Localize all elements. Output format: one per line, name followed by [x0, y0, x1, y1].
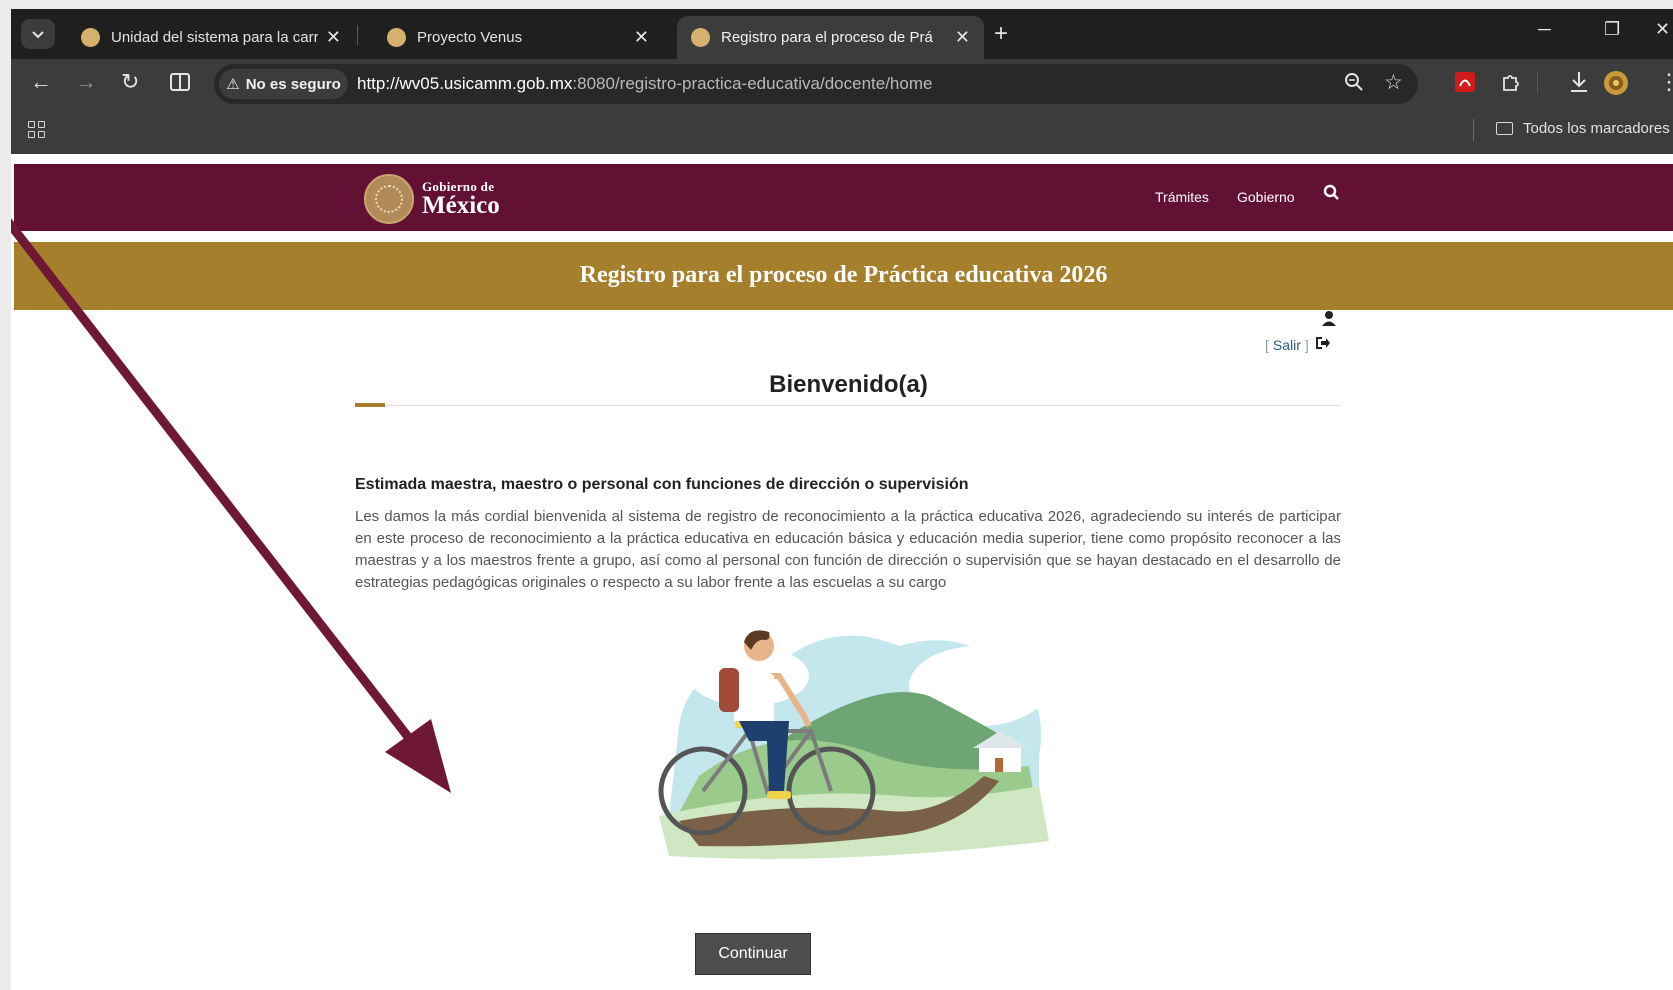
all-bookmarks-folder[interactable]: Todos los marcadores [1496, 120, 1670, 137]
cyclist-illustration [658, 630, 1049, 859]
more-icon[interactable]: ⋮ [1658, 69, 1673, 95]
url-path: :8080/registro-practica-educativa/docent… [572, 74, 933, 93]
profile-avatar[interactable] [1603, 70, 1629, 101]
logout-link[interactable]: Salir [1273, 337, 1301, 353]
bookmarks-divider [1473, 119, 1474, 141]
welcome-heading: Bienvenido(a) [769, 371, 928, 398]
continue-button[interactable]: Continuar [695, 933, 811, 975]
minimize-icon[interactable]: ─ [1538, 19, 1551, 40]
logout-area: [ Salir ] [1265, 336, 1331, 353]
zoom-icon[interactable] [1344, 72, 1364, 98]
close-window-icon[interactable]: ✕ [1655, 19, 1670, 40]
new-tab-button[interactable]: + [994, 20, 1008, 48]
close-icon[interactable]: ✕ [955, 27, 970, 48]
extensions-icon[interactable] [1500, 71, 1522, 98]
bracket-open: [ [1265, 336, 1269, 353]
pdf-extension-icon[interactable] [1454, 71, 1476, 98]
nav-link-gobierno[interactable]: Gobierno [1237, 189, 1295, 205]
browser-tab-active[interactable]: Registro para el proceso de Prá ✕ [677, 16, 984, 59]
intro-paragraph: Les damos la más cordial bienvenida al s… [355, 508, 1341, 591]
annotation-arrow [11, 218, 451, 793]
user-icon [1321, 310, 1337, 331]
toolbar-divider [1537, 73, 1538, 93]
star-icon[interactable]: ☆ [1384, 70, 1403, 95]
heading-divider [355, 405, 1341, 406]
site-favicon [691, 28, 710, 47]
tab-title: Registro para el proceso de Prá [721, 29, 933, 46]
search-icon[interactable] [1322, 182, 1342, 206]
restore-icon[interactable]: ❐ [1604, 19, 1620, 40]
logout-icon[interactable] [1315, 336, 1331, 353]
download-icon[interactable] [1568, 70, 1590, 99]
folder-icon [1496, 122, 1513, 135]
bracket-close: ] [1304, 336, 1309, 353]
screenshot-frame: Unidad del sistema para la carr ✕ Proyec… [11, 9, 1673, 990]
bookmarks-folder-label: Todos los marcadores [1523, 120, 1670, 137]
close-icon[interactable]: ✕ [634, 27, 649, 48]
nav-link-tramites[interactable]: Trámites [1155, 189, 1209, 205]
